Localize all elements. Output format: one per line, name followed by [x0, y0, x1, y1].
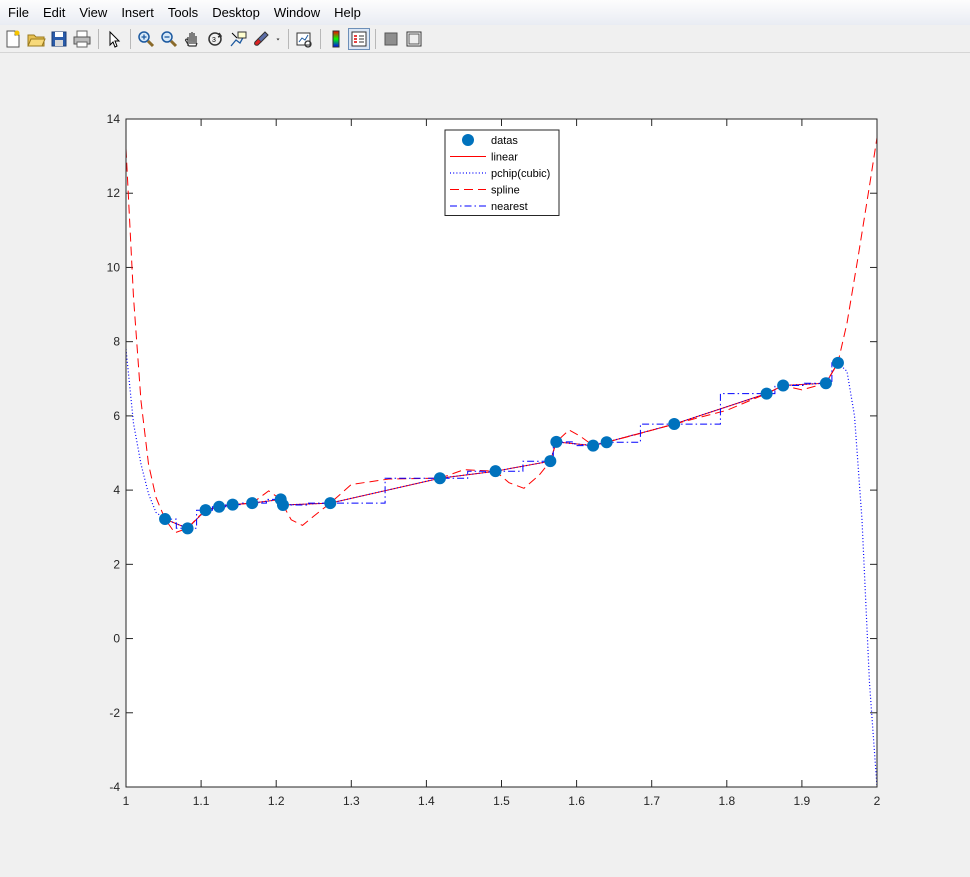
zoom-out-icon[interactable]	[158, 28, 180, 50]
data-point	[159, 513, 172, 526]
data-point	[246, 497, 259, 510]
legend-label-linear: linear	[491, 152, 518, 164]
legend-label-datas: datas	[491, 135, 518, 147]
data-point	[831, 356, 844, 369]
legend-icon[interactable]	[348, 27, 370, 50]
data-point	[777, 379, 790, 392]
print-icon[interactable]	[71, 28, 93, 50]
menu-bar: File Edit View Insert Tools Desktop Window Help	[0, 0, 970, 25]
toolbar-separator	[130, 28, 131, 49]
new-figure-icon[interactable]	[2, 28, 24, 50]
x-tick-label: 1.8	[718, 794, 735, 808]
y-tick-label: 2	[113, 557, 120, 571]
zoom-in-icon[interactable]	[135, 28, 157, 50]
toolbar-separator	[288, 28, 289, 49]
y-tick-label: -4	[109, 780, 120, 794]
x-tick-label: 1.6	[568, 794, 585, 808]
hide-plot-tools-icon[interactable]	[380, 28, 402, 50]
toolbar-separator	[98, 28, 99, 49]
legend-label-pchip: pchip(cubic)	[491, 168, 550, 180]
data-cursor-icon[interactable]	[227, 28, 249, 50]
link-plot-icon[interactable]	[293, 28, 315, 50]
data-point	[199, 504, 212, 517]
menu-edit[interactable]: Edit	[36, 0, 72, 25]
data-point	[668, 418, 681, 431]
open-file-icon[interactable]	[25, 28, 47, 50]
plot-area	[126, 119, 877, 787]
data-point	[433, 472, 446, 485]
rotate-3d-icon[interactable]: 3	[204, 28, 226, 50]
menu-desktop[interactable]: Desktop	[205, 0, 267, 25]
menu-help[interactable]: Help	[327, 0, 368, 25]
menu-tools[interactable]: Tools	[161, 0, 205, 25]
save-icon[interactable]	[48, 28, 70, 50]
x-tick-label: 1.1	[193, 794, 210, 808]
data-point	[587, 439, 600, 452]
x-tick-label: 1.3	[343, 794, 360, 808]
data-point	[819, 377, 832, 390]
menu-file[interactable]: File	[0, 0, 36, 25]
brush-icon[interactable]	[250, 28, 272, 50]
data-point	[544, 455, 557, 468]
y-tick-label: -2	[109, 706, 120, 720]
data-point	[550, 435, 563, 448]
x-tick-label: 1.4	[418, 794, 435, 808]
data-point	[226, 498, 239, 511]
dropdown-arrow-icon[interactable]	[273, 28, 283, 50]
toolbar-separator	[320, 28, 321, 49]
svg-text:3: 3	[212, 37, 216, 44]
show-plot-tools-icon[interactable]	[403, 28, 425, 50]
y-tick-label: 14	[107, 112, 121, 126]
x-tick-label: 1.5	[493, 794, 510, 808]
menu-window[interactable]: Window	[267, 0, 327, 25]
x-tick-label: 1.2	[268, 794, 285, 808]
y-tick-label: 8	[113, 335, 120, 349]
figure-canvas: 1 1.1 1.2 1.3 1.4 1.5 1.6 1.7 1.8 1.9 2 -4 -2 0 2 4 6 8 10…	[107, 112, 881, 808]
y-tick-label: 10	[107, 260, 121, 274]
data-point	[213, 500, 226, 513]
x-tick-label: 1	[123, 794, 130, 808]
legend-label-spline: spline	[491, 185, 520, 197]
data-point	[324, 497, 337, 510]
y-tick-label: 4	[113, 483, 120, 497]
legend-label-nearest: nearest	[491, 201, 528, 213]
data-point	[600, 436, 613, 449]
data-point	[760, 387, 773, 400]
x-tick-label: 1.9	[794, 794, 811, 808]
menu-insert[interactable]: Insert	[114, 0, 161, 25]
x-tick-label: 2	[874, 794, 881, 808]
colorbar-icon[interactable]	[325, 28, 347, 50]
pan-hand-icon[interactable]	[181, 28, 203, 50]
data-point	[276, 498, 289, 511]
figure-toolbar: 3	[0, 25, 970, 53]
x-tick-label: 1.7	[643, 794, 660, 808]
y-tick-label: 6	[113, 409, 120, 423]
toolbar-separator	[375, 28, 376, 49]
legend-marker-datas	[462, 134, 474, 146]
y-tick-label: 12	[107, 186, 121, 200]
menu-view[interactable]: View	[72, 0, 114, 25]
legend[interactable]: datas linear pchip(cubic) spline nearest	[444, 129, 560, 216]
data-point	[489, 465, 502, 478]
y-tick-label: 0	[113, 632, 120, 646]
pointer-icon[interactable]	[103, 28, 125, 50]
data-point	[181, 522, 194, 535]
